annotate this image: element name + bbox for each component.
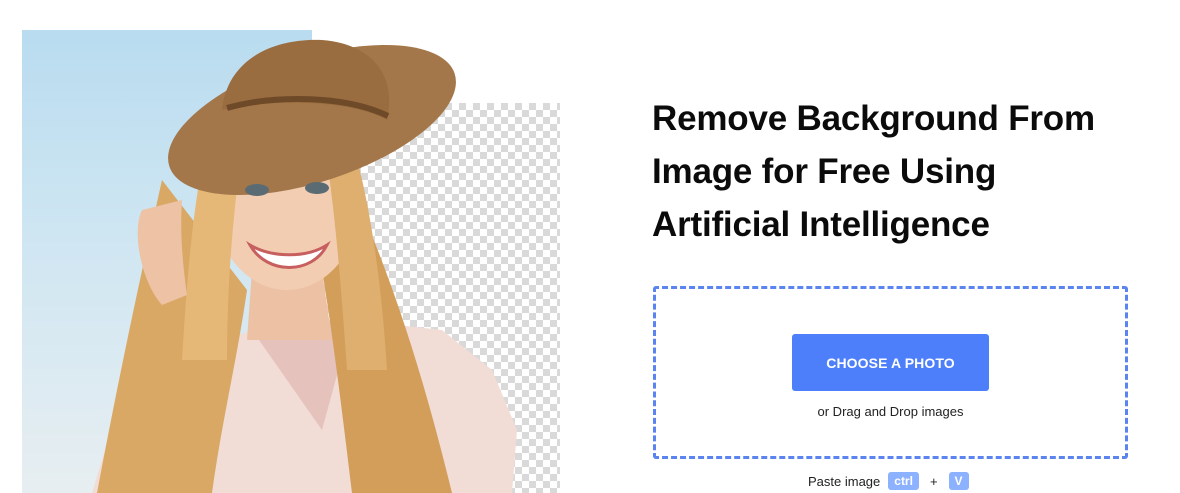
headline-line-3: Artificial Intelligence [652,205,990,244]
paste-label: Paste image [808,473,881,489]
headline-line-1: Remove Background From [652,99,1095,138]
drop-zone[interactable]: CHOOSE A PHOTO or Drag and Drop images [653,286,1128,459]
drag-drop-hint: or Drag and Drop images [817,404,964,419]
paste-hint: Paste image ctrl + V [808,471,969,491]
plus-sign: + [929,473,938,489]
ctrl-key-badge: ctrl [888,472,919,490]
page-headline: Remove Background From Image for Free Us… [652,92,1132,251]
hero-image [22,30,560,493]
headline-line-2: Image for Free Using [652,152,997,191]
choose-photo-button[interactable]: CHOOSE A PHOTO [792,334,989,391]
woman-photo [92,39,517,493]
v-key-badge: V [948,472,969,490]
